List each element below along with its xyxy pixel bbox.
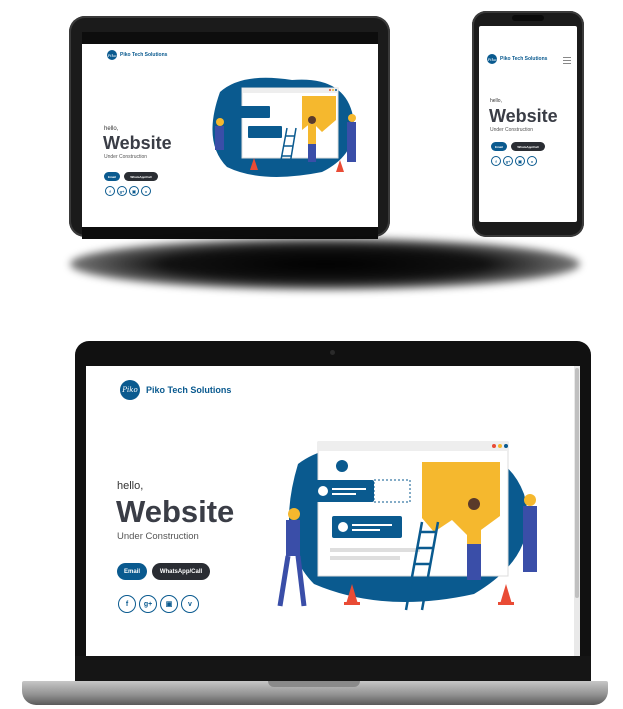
twitter-icon[interactable]: v xyxy=(141,186,151,196)
hero-headline: Website xyxy=(489,106,558,126)
page-scrollbar[interactable] xyxy=(574,366,580,656)
social-links: f g+ ▣ v xyxy=(118,595,199,613)
hero-greeting: hello, xyxy=(117,480,144,492)
construction-illustration xyxy=(277,441,537,611)
whatsapp-call-button[interactable]: WhatsApp/Call xyxy=(511,142,545,151)
laptop-bottom-bezel xyxy=(75,656,591,681)
phone-screen: Piko Piko Tech Solutions hello, Website … xyxy=(479,26,577,222)
google-plus-icon[interactable]: g+ xyxy=(503,156,513,166)
social-links: f g+ ▣ v xyxy=(491,156,537,166)
email-button[interactable]: Email xyxy=(117,563,147,580)
facebook-icon[interactable]: f xyxy=(118,595,136,613)
laptop-screen: Piko Piko Tech Solutions hello, Website … xyxy=(86,366,580,656)
instagram-icon[interactable]: ▣ xyxy=(515,156,525,166)
hero-greeting: hello, xyxy=(490,98,502,104)
hero-subheadline: Under Construction xyxy=(490,127,534,133)
brand-name: Piko Tech Solutions xyxy=(120,52,168,58)
laptop-device: Piko Piko Tech Solutions hello, Website … xyxy=(75,341,591,681)
hero-headline: Website xyxy=(103,133,172,153)
tablet-device: Piko Piko Tech Solutions hello, Website … xyxy=(69,16,390,239)
instagram-icon[interactable]: ▣ xyxy=(160,595,178,613)
google-plus-icon[interactable]: g+ xyxy=(117,186,127,196)
email-button[interactable]: Email xyxy=(104,172,120,181)
laptop-opening-notch xyxy=(268,681,360,687)
instagram-icon[interactable]: ▣ xyxy=(129,186,139,196)
facebook-icon[interactable]: f xyxy=(105,186,115,196)
brand-name: Piko Tech Solutions xyxy=(500,56,548,62)
email-button[interactable]: Email xyxy=(491,142,507,151)
social-links: f g+ ▣ v xyxy=(105,186,151,196)
whatsapp-call-button[interactable]: WhatsApp/Call xyxy=(124,172,158,181)
tablet-top-bezel xyxy=(82,32,378,44)
laptop-base xyxy=(22,681,608,705)
brand-logo[interactable]: Piko Piko Tech Solutions xyxy=(120,380,231,400)
hamburger-menu-icon[interactable] xyxy=(563,57,571,66)
hero-subheadline: Under Construction xyxy=(104,154,148,160)
logo-mark-icon: Piko xyxy=(487,54,497,64)
hero-greeting: hello, xyxy=(104,126,119,132)
worker-figure xyxy=(215,118,224,150)
whatsapp-call-button[interactable]: WhatsApp/Call xyxy=(152,563,210,580)
phone-notch xyxy=(512,15,544,21)
brand-name: Piko Tech Solutions xyxy=(146,385,232,395)
webcam-icon xyxy=(330,350,335,355)
device-shadow xyxy=(70,238,580,290)
logo-mark-icon: Piko xyxy=(120,380,140,400)
brand-logo[interactable]: Piko Piko Tech Solutions xyxy=(107,50,167,60)
brand-logo[interactable]: Piko Piko Tech Solutions xyxy=(487,54,547,64)
hero-subheadline: Under Construction xyxy=(117,531,199,542)
hero-headline: Website xyxy=(116,494,235,529)
google-plus-icon[interactable]: g+ xyxy=(139,595,157,613)
twitter-icon[interactable]: v xyxy=(527,156,537,166)
tablet-screen: Piko Piko Tech Solutions hello, Website … xyxy=(82,44,378,227)
construction-illustration xyxy=(212,77,356,177)
facebook-icon[interactable]: f xyxy=(491,156,501,166)
twitter-icon[interactable]: v xyxy=(181,595,199,613)
phone-device: Piko Piko Tech Solutions hello, Website … xyxy=(472,11,584,237)
scrollbar-thumb[interactable] xyxy=(575,368,579,598)
logo-mark-icon: Piko xyxy=(107,50,117,60)
